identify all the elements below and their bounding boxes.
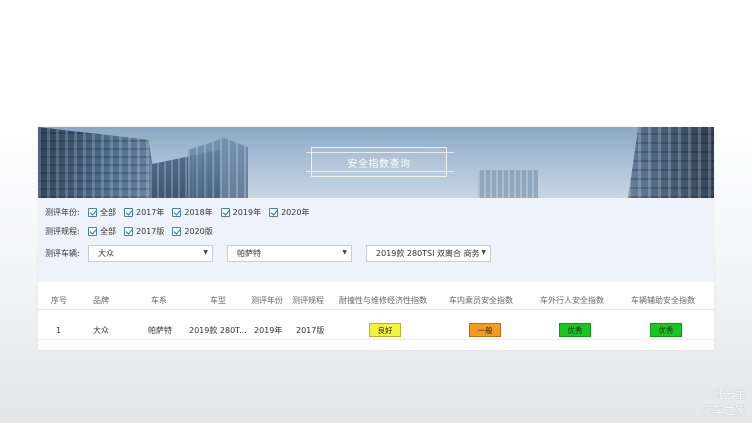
filter-row-year: 测评年份: 全部 2017年 2018年 2019年 2020年 xyxy=(45,207,317,218)
checkbox-year-all[interactable]: 全部 xyxy=(88,207,116,218)
column-header: 品牌 xyxy=(93,295,109,305)
column-header: 测评年份 xyxy=(251,295,283,305)
cell-brand: 大众 xyxy=(93,325,109,335)
column-header: 车内乘员安全指数 xyxy=(449,295,513,305)
column-header: 车型 xyxy=(210,295,226,305)
checkbox-year-2018[interactable]: 2018年 xyxy=(172,207,213,218)
cell-model: 2019款 280T... xyxy=(189,325,247,335)
checkbox-icon[interactable] xyxy=(88,227,97,236)
filter-area: 测评年份: 全部 2017年 2018年 2019年 2020年 测评规程: 全… xyxy=(38,198,714,282)
safety-index-panel: 安全指数查询 测评年份: 全部 2017年 2018年 2019年 2020年 … xyxy=(38,127,714,350)
building-graphic xyxy=(478,170,538,198)
filter-row-vehicle: 测评车辆: xyxy=(45,248,88,259)
checkbox-year-2017[interactable]: 2017年 xyxy=(124,207,164,218)
cell-occupant-rating: 一般 xyxy=(469,321,501,339)
watermark-author: 陆云生 xyxy=(713,388,746,401)
cell-regulation: 2017版 xyxy=(296,325,325,335)
page-title: 安全指数查询 xyxy=(306,147,454,177)
cell-crash-rating: 良好 xyxy=(369,321,401,339)
checkbox-icon[interactable] xyxy=(172,227,182,236)
table-row[interactable]: 1 大众 帕萨特 2019款 280T... 2019年 2017版 良好 一般… xyxy=(38,321,714,340)
checkbox-year-2019[interactable]: 2019年 xyxy=(220,207,261,218)
table-header: 序号 品牌 车系 车型 测评年份 测评规程 耐撞性与维修经济性指数 车内乘员安全… xyxy=(38,291,714,310)
filter-label-year: 测评年份: xyxy=(45,208,80,217)
dropdown-arrow-icon[interactable]: ▼ xyxy=(203,249,208,256)
column-header: 耐撞性与维修经济性指数 xyxy=(339,295,427,305)
cell-series: 帕萨特 xyxy=(148,325,172,335)
cell-assist-rating: 优秀 xyxy=(650,321,682,339)
watermark-site: 汽车之家 xyxy=(702,404,746,417)
column-header: 序号 xyxy=(51,295,67,305)
checkbox-regulation-2017[interactable]: 2017版 xyxy=(124,226,164,237)
checkbox-icon[interactable] xyxy=(220,208,230,217)
cell-pedestrian-rating: 优秀 xyxy=(559,321,591,339)
dropdown-arrow-icon[interactable]: ▼ xyxy=(342,249,347,256)
filter-row-regulation: 测评规程: 全部 2017版 2020版 xyxy=(45,226,221,237)
rating-badge-assist: 优秀 xyxy=(650,323,682,337)
checkbox-icon[interactable] xyxy=(124,227,133,236)
column-header: 车外行人安全指数 xyxy=(540,295,604,305)
model-select[interactable]: 2019款 280TSI 双离合 商务 ▼ xyxy=(366,245,491,262)
brand-select[interactable]: 大众 ▼ xyxy=(88,245,213,262)
banner: 安全指数查询 xyxy=(38,127,714,198)
checkbox-year-2020[interactable]: 2020年 xyxy=(269,207,309,218)
checkbox-icon[interactable] xyxy=(88,208,97,217)
cell-index: 1 xyxy=(56,325,62,335)
building-graphic xyxy=(628,127,714,198)
series-select[interactable]: 帕萨特 ▼ xyxy=(227,245,352,262)
filter-label-regulation: 测评规程: xyxy=(45,227,80,236)
rating-badge-crash: 良好 xyxy=(369,323,401,337)
building-graphic xyxy=(38,127,158,198)
column-header: 车系 xyxy=(151,295,167,305)
building-graphic xyxy=(188,138,248,198)
cell-year: 2019年 xyxy=(254,325,283,335)
checkbox-icon[interactable] xyxy=(269,208,279,217)
checkbox-regulation-2020[interactable]: 2020版 xyxy=(172,226,213,237)
column-header: 车辆辅助安全指数 xyxy=(631,295,695,305)
checkbox-regulation-all[interactable]: 全部 xyxy=(88,226,116,237)
checkbox-icon[interactable] xyxy=(172,208,182,217)
rating-badge-pedestrian: 优秀 xyxy=(559,323,591,337)
column-header: 测评规程 xyxy=(292,295,324,305)
dropdown-arrow-icon[interactable]: ▼ xyxy=(479,249,486,256)
checkbox-icon[interactable] xyxy=(124,208,133,217)
rating-badge-occupant: 一般 xyxy=(469,323,501,337)
filter-label-vehicle: 测评车辆: xyxy=(45,249,80,258)
